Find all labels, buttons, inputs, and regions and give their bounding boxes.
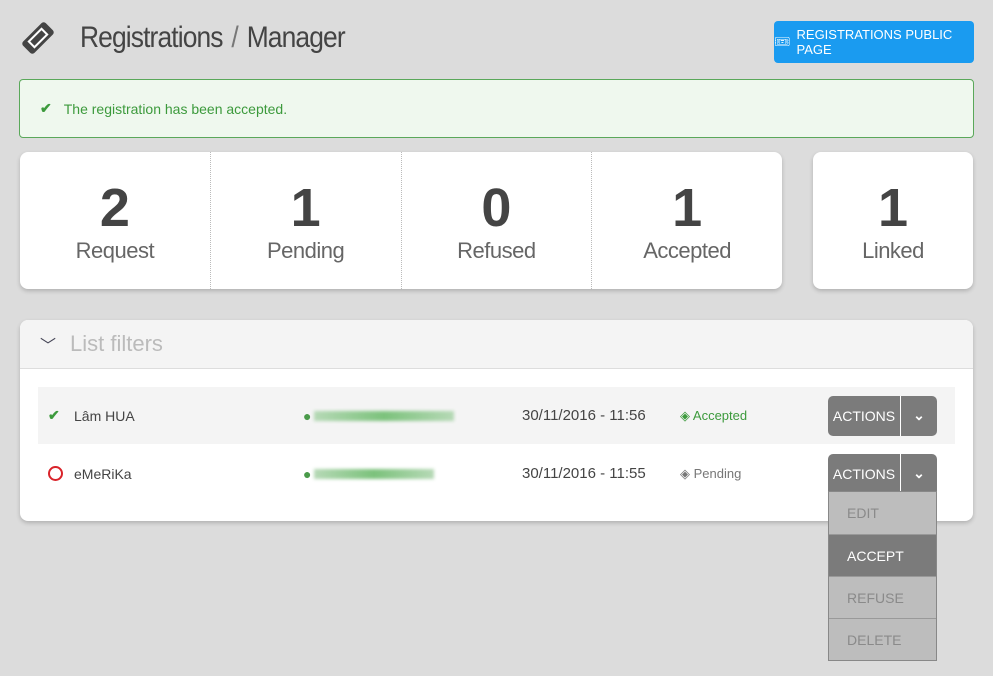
menu-item-edit[interactable]: EDIT bbox=[829, 492, 936, 534]
stat-refused[interactable]: 0 Refused bbox=[400, 152, 592, 289]
button-label: REGISTRATIONS PUBLIC PAGE bbox=[796, 27, 953, 57]
stat-label: Request bbox=[75, 237, 155, 263]
stat-linked[interactable]: 1 Linked bbox=[813, 152, 973, 289]
registration-date: 30/11/2016 - 11:55 bbox=[522, 465, 646, 482]
stat-label: Pending bbox=[267, 237, 345, 263]
page-header: Registrations / Manager bbox=[20, 20, 381, 56]
title-sub: Manager bbox=[246, 21, 346, 54]
list-filters-label: List filters bbox=[70, 331, 163, 356]
menu-item-accept[interactable]: ACCEPT bbox=[829, 534, 936, 576]
stat-value: 1 bbox=[672, 177, 703, 238]
title-main: Registrations bbox=[80, 21, 224, 54]
list-filters-toggle[interactable]: ﹀ List filters bbox=[20, 320, 973, 369]
status-label: Accepted bbox=[692, 407, 748, 423]
alert-message: The registration has been accepted. bbox=[63, 100, 288, 117]
stat-value: 1 bbox=[290, 177, 321, 238]
user-icon: ● bbox=[303, 407, 312, 424]
blurred-email bbox=[314, 410, 455, 421]
registrant-email: ● bbox=[303, 407, 455, 424]
check-icon: ✔ bbox=[48, 407, 60, 423]
stat-accepted[interactable]: 1 Accepted bbox=[591, 152, 782, 289]
registrant-name: eMeRiKa bbox=[74, 465, 132, 482]
stat-label: Linked bbox=[862, 237, 924, 263]
ticket-icon: ◈ bbox=[680, 407, 693, 423]
menu-item-refuse[interactable]: REFUSE bbox=[829, 576, 936, 618]
stat-pending[interactable]: 1 Pending bbox=[209, 152, 401, 289]
check-icon: ✔ bbox=[40, 100, 52, 116]
status-label: Pending bbox=[693, 465, 742, 481]
success-alert: ✔ The registration has been accepted. bbox=[19, 79, 974, 138]
page-title: Registrations / Manager bbox=[80, 21, 346, 55]
stat-value: 2 bbox=[99, 177, 130, 238]
table-row: eMeRiKa ● 30/11/2016 - 11:55 ◈ Pending A… bbox=[38, 445, 955, 502]
registrations-public-page-button[interactable]: 🎟 REGISTRATIONS PUBLIC PAGE bbox=[774, 21, 974, 63]
stat-value: 0 bbox=[481, 177, 512, 238]
stat-value: 1 bbox=[877, 177, 909, 238]
menu-item-delete[interactable]: DELETE bbox=[829, 618, 936, 660]
chevron-down-icon[interactable]: ⌄ bbox=[901, 396, 937, 436]
actions-menu: EDIT ACCEPT REFUSE DELETE bbox=[828, 491, 937, 661]
status-badge: ◈ Accepted bbox=[680, 408, 747, 424]
actions-button[interactable]: ACTIONS bbox=[828, 453, 901, 494]
registration-date: 30/11/2016 - 11:56 bbox=[522, 407, 646, 424]
circle-icon bbox=[48, 466, 63, 481]
chevron-down-icon[interactable]: ⌄ bbox=[901, 454, 937, 494]
registrant-email: ● bbox=[303, 465, 435, 482]
actions-dropdown[interactable]: ACTIONS ⌄ bbox=[828, 453, 937, 494]
blurred-email bbox=[314, 468, 435, 479]
ticket-icon: ◈ bbox=[680, 465, 694, 481]
chevron-down-icon: ﹀ bbox=[40, 338, 57, 355]
status-badge: ◈ Pending bbox=[680, 466, 741, 482]
table-row: ✔ Lâm HUA ● 30/11/2016 - 11:56 ◈ Accepte… bbox=[38, 387, 955, 444]
title-separator: / bbox=[231, 21, 238, 54]
ticket-icon bbox=[22, 22, 54, 54]
actions-button[interactable]: ACTIONS bbox=[828, 395, 901, 436]
actions-dropdown[interactable]: ACTIONS ⌄ bbox=[828, 395, 937, 436]
user-icon: ● bbox=[303, 465, 312, 482]
ticket-icon: 🎟 bbox=[774, 34, 791, 49]
stat-request[interactable]: 2 Request bbox=[20, 152, 210, 289]
stat-label: Accepted bbox=[643, 237, 731, 263]
registrant-name: Lâm HUA bbox=[74, 407, 135, 424]
stats-card: 2 Request 1 Pending 0 Refused 1 Accepted bbox=[20, 152, 782, 289]
stat-label: Refused bbox=[457, 237, 536, 263]
